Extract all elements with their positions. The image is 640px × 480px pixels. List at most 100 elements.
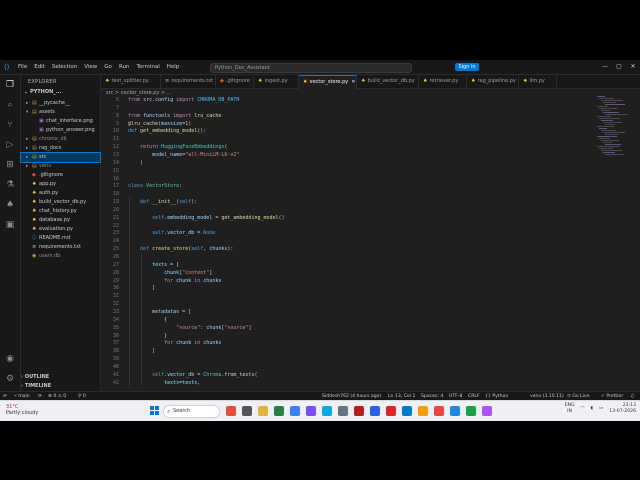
tree-item[interactable]: ▸ ▤ src xyxy=(20,152,101,163)
tree-item[interactable]: ♠ app.py xyxy=(21,180,100,189)
sync-indicator[interactable]: ⟳ xyxy=(38,392,42,400)
task-view-icon[interactable] xyxy=(242,406,252,416)
timeline-section[interactable]: › TIMELINE xyxy=(21,382,100,391)
prettier-status[interactable]: ✓ Prettier xyxy=(601,392,623,400)
editor-tab[interactable]: ♠ rag_pipeline.py xyxy=(467,75,519,88)
menu-edit[interactable]: Edit xyxy=(34,64,45,70)
code-editor[interactable]: 6 from src.config import CHROMA_DB_PATH 7 8… xyxy=(101,96,591,390)
tree-item[interactable]: ◆ .gitignore xyxy=(21,171,100,180)
code-line[interactable]: self.vector_db = None xyxy=(128,230,215,236)
tree-item[interactable]: ▸ ▤ venv xyxy=(21,162,100,171)
code-line[interactable]: texts=texts, xyxy=(128,380,200,386)
photos-icon[interactable] xyxy=(434,406,444,416)
code-line[interactable]: for chunk in chunks xyxy=(128,340,221,346)
code-line[interactable]: texts = [ xyxy=(128,262,179,268)
source-control-icon[interactable]: ⑂ xyxy=(4,119,16,131)
vscode-taskbar-icon[interactable] xyxy=(450,406,460,416)
code-line[interactable]: self.embedding_model = get_embedding_mod… xyxy=(128,215,284,221)
code-line[interactable]: ) xyxy=(128,160,143,166)
code-line[interactable]: from src.config import CHROMA_DB_PATH xyxy=(128,97,239,103)
chrome-icon[interactable] xyxy=(418,406,428,416)
editor-tab[interactable]: ♠ text_splitter.py xyxy=(101,75,161,88)
editor-tab[interactable]: ♠ vector_store.py ✕ xyxy=(299,75,357,89)
close-button[interactable]: ✕ xyxy=(626,60,640,74)
tree-item[interactable]: ▾ ▤ assets xyxy=(21,108,100,117)
code-line[interactable]: return HuggingFaceEmbeddings( xyxy=(128,144,227,150)
code-line[interactable]: metadatas = [ xyxy=(128,309,191,315)
python-icon[interactable]: ♠ xyxy=(4,199,16,211)
editor-tab[interactable]: ◆ .gitignore xyxy=(216,75,254,88)
tree-item[interactable]: ⓘ README.md xyxy=(21,234,100,243)
tree-item[interactable]: ♠ evaluation.py xyxy=(21,225,100,234)
teams-icon[interactable] xyxy=(370,406,380,416)
workspace-root[interactable]: ⌄ PYTHON_... xyxy=(24,89,61,95)
editor-tab[interactable]: ♠ llm.py xyxy=(519,75,557,88)
command-center[interactable]: Python_Doc_Assistant xyxy=(210,63,412,73)
menu-selection[interactable]: Selection xyxy=(52,64,77,70)
code-line[interactable]: self.vector_db = Chroma.from_texts( xyxy=(128,372,257,378)
menu-terminal[interactable]: Terminal xyxy=(136,64,159,70)
outline-section[interactable]: › OUTLINE xyxy=(21,373,100,382)
code-line[interactable]: } xyxy=(128,333,167,339)
code-line[interactable]: class VectorStore: xyxy=(128,183,182,189)
tree-item[interactable]: ♠ build_vector_db.py xyxy=(21,198,100,207)
mcafee-icon[interactable] xyxy=(354,406,364,416)
copilot-icon[interactable] xyxy=(306,406,316,416)
tree-item[interactable]: ♠ auth.py xyxy=(21,189,100,198)
remote-indicator-icon[interactable]: ⇌ xyxy=(3,392,7,400)
edge-icon[interactable] xyxy=(290,406,300,416)
wifi-icon[interactable]: ◠ xyxy=(581,406,585,412)
tree-item[interactable]: ♠ chat_history.py xyxy=(21,207,100,216)
editor-tab[interactable]: ♠ build_vector_db.py xyxy=(357,75,419,88)
end-of-line[interactable]: CRLF xyxy=(468,392,480,400)
menu-file[interactable]: File xyxy=(18,64,27,70)
office-icon[interactable] xyxy=(386,406,396,416)
run-debug-icon[interactable]: ▷ xyxy=(4,139,16,151)
remote-explorer-icon[interactable]: ▣ xyxy=(4,219,16,231)
tree-item[interactable]: ▣ chat_interface.png xyxy=(21,117,100,126)
tree-item[interactable]: ▸ ▤ rag_docs xyxy=(21,144,100,153)
code-line[interactable]: "source": chunk["source"] xyxy=(128,325,251,331)
code-line[interactable]: def create_store(self, chunks): xyxy=(128,246,233,252)
notifications-icon[interactable]: ♫ xyxy=(630,392,634,400)
app-taskbar-icon[interactable] xyxy=(482,406,492,416)
tree-item[interactable]: ≡ requirements.txt xyxy=(21,243,100,252)
minimap[interactable] xyxy=(597,96,628,156)
input-language[interactable]: ENG IN xyxy=(565,403,575,415)
store-icon[interactable] xyxy=(322,406,332,416)
indentation[interactable]: Spaces: 4 xyxy=(421,392,443,400)
code-line[interactable]: from functools import lru_cache xyxy=(128,113,221,119)
search-icon[interactable]: ⌕ xyxy=(4,99,16,111)
menu-run[interactable]: Run xyxy=(119,64,130,70)
ports-indicator[interactable]: ⚲ 0 xyxy=(78,392,86,400)
menu-view[interactable]: View xyxy=(84,64,97,70)
language-mode[interactable]: {} Python xyxy=(485,392,508,400)
account-icon[interactable]: ◉ xyxy=(4,353,16,365)
code-line[interactable]: @lru_cache(maxsize=1) xyxy=(128,121,191,127)
explorer-icon[interactable]: ❐ xyxy=(4,79,16,91)
tree-item[interactable]: ▣ python_answer.png xyxy=(21,126,100,135)
testing-icon[interactable]: ⚗ xyxy=(4,179,16,191)
minimize-button[interactable]: — xyxy=(598,60,612,74)
problems-indicator[interactable]: ⊗ 0 ⚠ 0 xyxy=(48,392,66,400)
windows-start-icon[interactable] xyxy=(150,406,159,415)
settings-app-icon[interactable] xyxy=(338,406,348,416)
cursor-position[interactable]: Ln 13, Col 1 xyxy=(388,392,415,400)
tree-item[interactable]: ▸ ▤ chroma_db xyxy=(21,135,100,144)
menu-go[interactable]: Go xyxy=(104,64,112,70)
editor-tab[interactable]: ♠ retriever.py xyxy=(419,75,467,88)
battery-icon[interactable]: ▭ xyxy=(599,406,603,412)
volume-icon[interactable]: ◖ xyxy=(591,406,593,412)
close-tab-icon[interactable]: ✕ xyxy=(351,79,355,85)
menu-help[interactable]: Help xyxy=(167,64,180,70)
python-interpreter[interactable]: venv (3.10.11) xyxy=(530,392,564,400)
editor-tab[interactable]: ≡ requirements.txt xyxy=(161,75,216,88)
file-explorer-icon[interactable] xyxy=(258,406,268,416)
weather-widget[interactable]: 31°C Partly cloudy xyxy=(6,404,38,416)
mail-icon[interactable] xyxy=(402,406,412,416)
go-live-button[interactable]: ⊙ Go Live xyxy=(567,392,590,400)
extensions-icon[interactable]: ⊞ xyxy=(4,159,16,171)
code-line[interactable]: def __init__(self): xyxy=(128,199,197,205)
git-blame[interactable]: Siddesh762 (4 hours ago) xyxy=(322,392,381,400)
maximize-button[interactable]: ▢ xyxy=(612,60,626,74)
